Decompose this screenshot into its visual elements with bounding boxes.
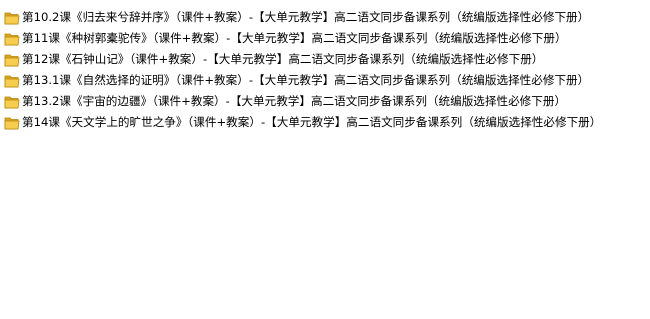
file-name: 第11课《种树郭橐驼传》（课件+教案）-【大单元教学】高二语文同步备课系列（统编… <box>22 31 567 45</box>
folder-icon <box>4 32 20 46</box>
file-row-3[interactable]: 第12课《石钟山记》（课件+教案）-【大单元教学】高二语文同步备课系列（统编版选… <box>0 49 650 70</box>
file-row-4[interactable]: 第13.1课《自然选择的证明》（课件+教案）-【大单元教学】高二语文同步备课系列… <box>0 70 650 91</box>
file-row-2[interactable]: 第11课《种树郭橐驼传》（课件+教案）-【大单元教学】高二语文同步备课系列（统编… <box>0 28 650 49</box>
file-list: 第10.2课《归去来兮辞并序》（课件+教案）-【大单元教学】高二语文同步备课系列… <box>0 7 650 133</box>
file-name: 第13.1课《自然选择的证明》（课件+教案）-【大单元教学】高二语文同步备课系列… <box>22 73 590 87</box>
file-name: 第14课《天文学上的旷世之争》（课件+教案）-【大单元教学】高二语文同步备课系列… <box>22 115 602 129</box>
file-name: 第13.2课《宇宙的边疆》（课件+教案）-【大单元教学】高二语文同步备课系列（统… <box>22 94 567 108</box>
file-row-6[interactable]: 第14课《天文学上的旷世之争》（课件+教案）-【大单元教学】高二语文同步备课系列… <box>0 112 650 133</box>
file-row-5[interactable]: 第13.2课《宇宙的边疆》（课件+教案）-【大单元教学】高二语文同步备课系列（统… <box>0 91 650 112</box>
folder-icon <box>4 95 20 109</box>
file-row-1[interactable]: 第10.2课《归去来兮辞并序》（课件+教案）-【大单元教学】高二语文同步备课系列… <box>0 7 650 28</box>
folder-icon <box>4 74 20 88</box>
file-name: 第10.2课《归去来兮辞并序》（课件+教案）-【大单元教学】高二语文同步备课系列… <box>22 10 590 24</box>
folder-icon <box>4 11 20 25</box>
file-name: 第12课《石钟山记》（课件+教案）-【大单元教学】高二语文同步备课系列（统编版选… <box>22 52 544 66</box>
folder-icon <box>4 53 20 67</box>
folder-icon <box>4 116 20 130</box>
